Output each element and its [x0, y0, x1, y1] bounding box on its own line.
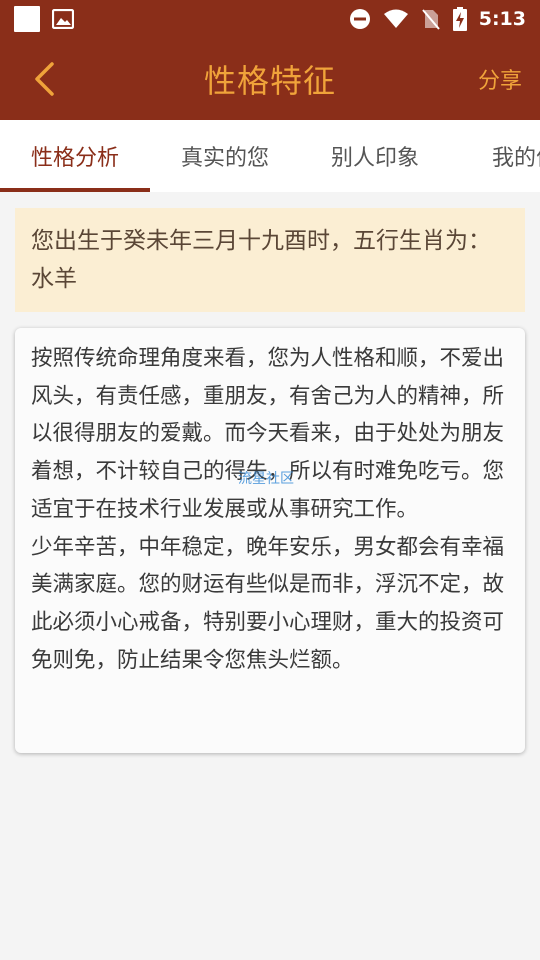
tab-bar: 性格分析 真实的您 别人印象 我的优 [0, 120, 540, 192]
watermark: 流星社区 [238, 471, 294, 487]
tab-my-strengths[interactable]: 我的优 [450, 120, 540, 192]
analysis-paragraph-2: 少年辛苦，中年稳定，晚年安乐，男女都会有幸福美满家庭。您的财运有些似是而非，浮沉… [31, 534, 505, 673]
square-icon [14, 6, 40, 32]
status-bar: 5:13 [0, 0, 540, 38]
tab-real-you[interactable]: 真实的您 [150, 120, 300, 192]
wifi-icon [383, 9, 408, 28]
dnd-icon [349, 9, 370, 29]
tab-personality-analysis[interactable]: 性格分析 [0, 120, 150, 192]
analysis-card: 按照传统命理角度来看，您为人性格和顺，不爱出风头，有责任感，重朋友，有舍己为人的… [15, 328, 525, 753]
share-button[interactable]: 分享 [478, 38, 522, 120]
status-left [14, 6, 74, 32]
chevron-left-icon [35, 62, 54, 96]
no-sim-icon [421, 9, 440, 30]
tab-indicator [0, 188, 150, 192]
image-icon [52, 9, 74, 29]
analysis-paragraph-1: 按照传统命理角度来看，您为人性格和顺，不爱出风头，有责任感，重朋友，有舍己为人的… [31, 346, 505, 522]
app-bar: 性格特征 分享 [0, 38, 540, 120]
status-time: 5:13 [478, 8, 526, 30]
back-button[interactable] [28, 58, 60, 100]
tab-others-impression[interactable]: 别人印象 [300, 120, 450, 192]
birth-info: 您出生于癸未年三月十九酉时，五行生肖为：水羊 [15, 208, 525, 312]
battery-charging-icon [452, 7, 467, 31]
status-right: 5:13 [349, 7, 526, 31]
page-title: 性格特征 [203, 62, 336, 100]
